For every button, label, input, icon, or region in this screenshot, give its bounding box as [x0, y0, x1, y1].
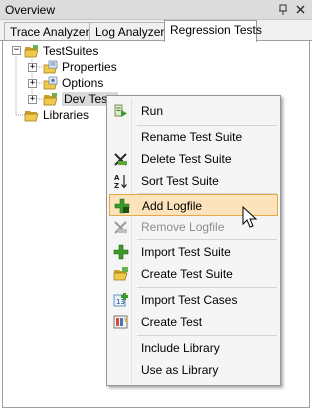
tab-log-analyzer[interactable]: Log Analyzer: [89, 22, 165, 41]
svg-text:A: A: [114, 174, 120, 182]
menu-item-label: Sort Test Suite: [141, 174, 219, 188]
tab-bar: Trace Analyzer Log Analyzer Regression T…: [0, 20, 312, 42]
tab-regression-tests[interactable]: Regression Tests: [164, 20, 262, 42]
svg-text:Z: Z: [114, 182, 119, 189]
menu-item-sort-test-suite[interactable]: AZ Sort Test Suite: [109, 170, 278, 192]
menu-item-label: Delete Test Suite: [141, 152, 232, 166]
menu-item-label: Import Test Suite: [141, 245, 231, 259]
menu-item-delete-test-suite[interactable]: Delete Test Suite: [109, 148, 278, 170]
sort-az-icon: AZ: [113, 173, 129, 190]
tree-expand-toggle[interactable]: +: [28, 63, 37, 72]
menu-item-label: Create Test: [141, 315, 203, 329]
create-test-icon: [113, 314, 129, 330]
run-icon: [113, 103, 129, 119]
tree-node-options[interactable]: Options: [43, 75, 103, 91]
remove-icon: [113, 219, 129, 235]
folder-open-icon: [24, 108, 40, 122]
pin-icon[interactable]: [277, 3, 290, 16]
menu-item-label: Use as Library: [141, 363, 219, 377]
delete-icon: [113, 151, 129, 167]
folder-open-icon: [24, 44, 40, 58]
menu-item-label: Run: [141, 104, 164, 118]
tree-node-label: Properties: [62, 60, 117, 74]
mouse-cursor-icon: [242, 206, 258, 228]
menu-item-label: Add Logfile: [142, 199, 203, 213]
tree-node-properties[interactable]: Properties: [43, 59, 117, 75]
menu-item-use-as-library[interactable]: Use as Library: [109, 359, 278, 381]
tab-trace-analyzer[interactable]: Trace Analyzer: [4, 22, 90, 41]
tree-node-label: TestSuites: [43, 44, 99, 58]
tree-node-testsuites[interactable]: TestSuites: [24, 43, 98, 59]
folder-open-icon: [113, 266, 129, 282]
tree-expand-toggle[interactable]: +: [28, 95, 37, 104]
tree-node-libraries[interactable]: Libraries: [24, 107, 89, 123]
menu-item-create-test[interactable]: Create Test: [109, 311, 278, 333]
menu-item-create-test-suite[interactable]: Create Test Suite: [109, 263, 278, 285]
menu-item-label: Import Test Cases: [141, 293, 238, 307]
panel-titlebar: Overview: [0, 0, 312, 20]
add-icon: [114, 198, 130, 214]
menu-separator: [137, 239, 277, 240]
panel-title: Overview: [5, 3, 56, 17]
menu-item-label: Include Library: [141, 341, 220, 355]
context-menu: Run Rename Test Suite Delete Test Suite …: [106, 95, 281, 386]
menu-separator: [137, 287, 277, 288]
import-cases-icon: 13: [113, 292, 129, 308]
tree-node-label: Options: [62, 76, 104, 90]
options-icon: [43, 76, 59, 90]
menu-separator: [137, 335, 277, 336]
close-icon[interactable]: [294, 3, 307, 16]
tree-collapse-toggle[interactable]: −: [12, 46, 21, 55]
menu-item-rename-test-suite[interactable]: Rename Test Suite: [109, 126, 278, 148]
properties-icon: [43, 60, 59, 74]
menu-item-import-test-suite[interactable]: Import Test Suite: [109, 241, 278, 263]
menu-item-label: Rename Test Suite: [141, 130, 243, 144]
menu-item-import-test-cases[interactable]: 13 Import Test Cases: [109, 289, 278, 311]
menu-item-run[interactable]: Run: [109, 100, 278, 122]
folder-open-icon: [43, 92, 59, 106]
menu-item-label: Remove Logfile: [141, 220, 225, 234]
add-icon: [113, 244, 129, 260]
tree-expand-toggle[interactable]: +: [28, 79, 37, 88]
menu-item-label: Create Test Suite: [141, 267, 233, 281]
menu-item-include-library[interactable]: Include Library: [109, 337, 278, 359]
tree-node-label: Libraries: [43, 108, 90, 122]
